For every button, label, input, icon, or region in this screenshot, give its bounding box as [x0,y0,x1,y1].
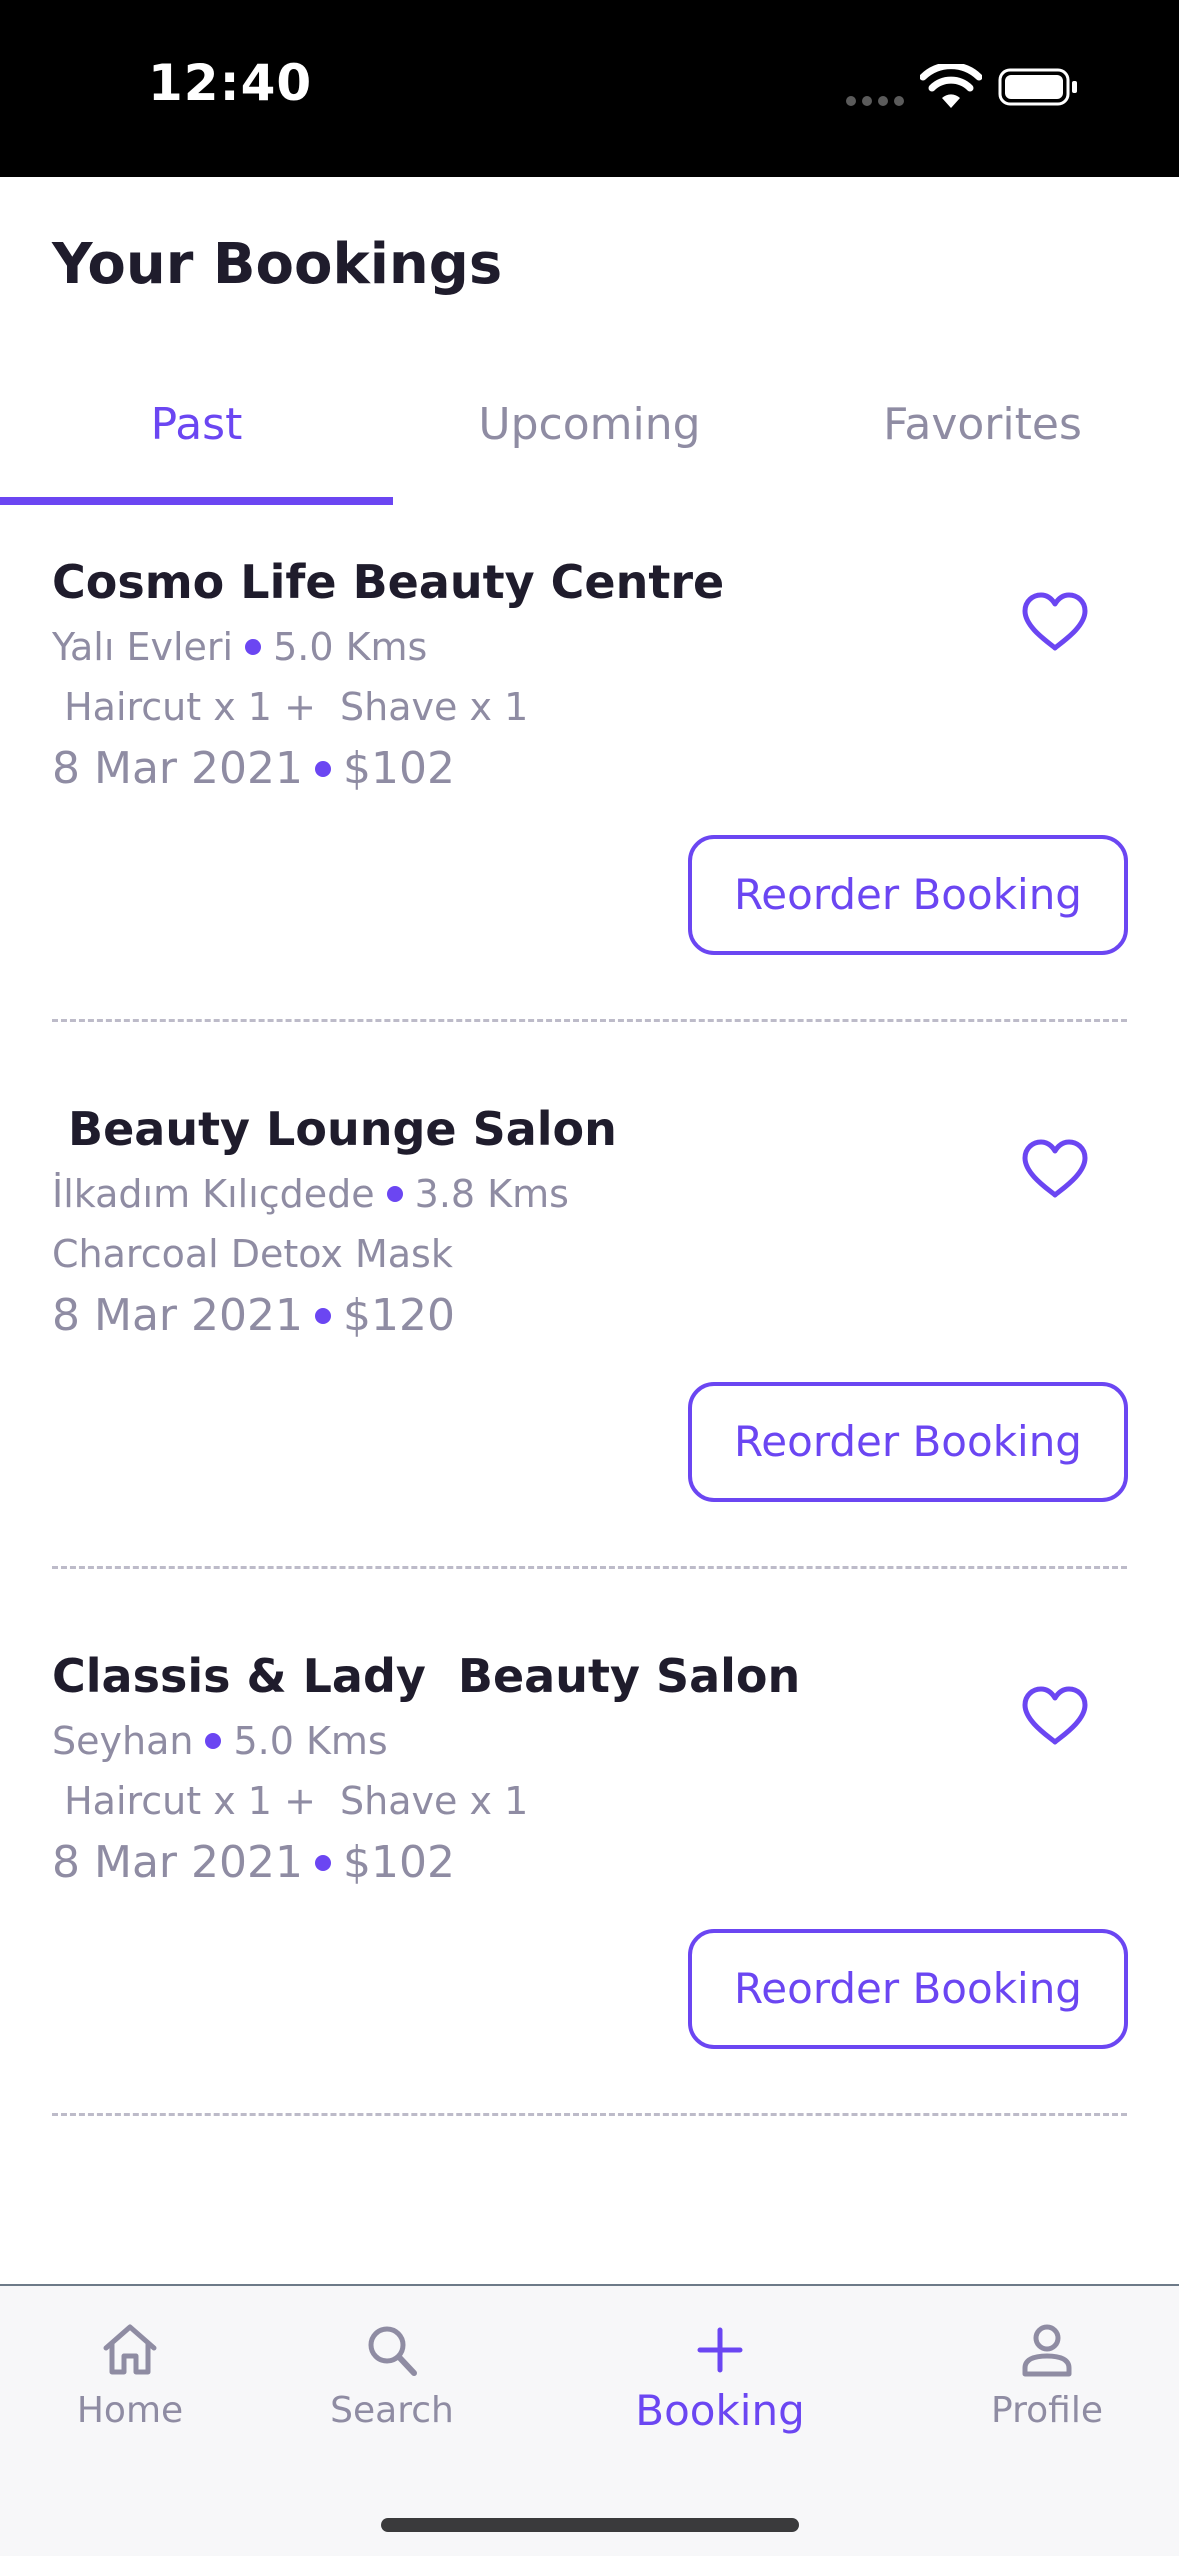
booking-date: 8 Mar 2021 [52,743,303,794]
tab-label: Upcoming [478,399,701,450]
nav-home[interactable]: Home [0,2322,260,2431]
location-text: Seyhan [52,1719,194,1763]
booking-tabs: Past Upcoming Favorites [0,385,1179,505]
booking-date-price: 8 Mar 2021 $120 [52,1290,455,1341]
active-tab-indicator [0,497,393,505]
separator-dot [314,1307,331,1324]
distance-text: 5.0 Kms [233,1719,388,1763]
booking-date-price: 8 Mar 2021 $102 [52,743,455,794]
reorder-booking-button[interactable]: Reorder Booking [688,835,1128,955]
tab-label: Past [150,399,243,450]
reorder-booking-button[interactable]: Reorder Booking [688,1929,1128,2049]
separator-dot [386,1186,403,1202]
booking-price: $120 [342,1290,455,1341]
nav-label: Search [330,2390,454,2431]
booking-services: Haircut x 1 + Shave x 1 [52,1779,529,1823]
distance-text: 5.0 Kms [273,625,428,669]
heart-icon[interactable] [1020,591,1090,653]
status-bar: 12:40 [0,0,1179,177]
separator-dot [205,1733,222,1749]
distance-text: 3.8 Kms [414,1172,569,1216]
battery-icon [998,68,1077,106]
nav-booking[interactable]: Booking [590,2322,850,2435]
card-divider [52,2113,1127,2116]
tab-past[interactable]: Past [0,385,393,505]
location-text: Yalı Evleri [52,625,234,669]
salon-location: Yalı Evleri 5.0 Kms [52,625,427,669]
location-text: İlkadım Kılıçdede [52,1172,375,1216]
booking-date-price: 8 Mar 2021 $102 [52,1837,455,1888]
booking-card: Cosmo Life Beauty Centre Yalı Evleri 5.0 … [0,555,1179,1102]
booking-services: Haircut x 1 + Shave x 1 [52,685,529,729]
booking-date: 8 Mar 2021 [52,1290,303,1341]
nav-label: Booking [635,2386,805,2435]
person-icon [1022,2324,1072,2377]
heart-icon[interactable] [1020,1138,1090,1200]
wifi-icon [920,64,982,108]
booking-card: Classis & Lady Beauty Salon Seyhan 5.0 Km… [0,1649,1179,2196]
booking-price: $102 [342,1837,455,1888]
salon-name[interactable]: Classis & Lady Beauty Salon [52,1649,800,1703]
separator-dot [314,760,331,777]
nav-search[interactable]: Search [262,2322,522,2431]
status-time: 12:40 [148,54,313,112]
nav-profile[interactable]: Profile [917,2322,1177,2431]
salon-location: Seyhan 5.0 Kms [52,1719,388,1763]
search-icon [368,2326,417,2376]
page-title: Your Bookings [52,232,503,297]
salon-location: İlkadım Kılıçdede 3.8 Kms [52,1172,569,1216]
heart-icon[interactable] [1020,1685,1090,1747]
separator-dot [245,639,262,655]
card-divider [52,1566,1127,1569]
separator-dot [314,1854,331,1871]
booking-card: Beauty Lounge Salon İlkadım Kılıçdede 3.8… [0,1102,1179,1649]
home-indicator[interactable] [381,2518,799,2532]
reorder-booking-button[interactable]: Reorder Booking [688,1382,1128,1502]
booking-price: $102 [342,743,455,794]
nav-label: Home [76,2390,184,2431]
tab-label: Favorites [883,399,1082,450]
booking-services: Charcoal Detox Mask [52,1232,453,1276]
nav-label: Profile [991,2390,1103,2431]
tab-favorites[interactable]: Favorites [786,385,1179,505]
salon-name[interactable]: Cosmo Life Beauty Centre [52,555,724,609]
bottom-navigation: Home Search Booking Profile [0,2284,1179,2556]
home-icon [103,2324,157,2375]
card-divider [52,1019,1127,1022]
booking-date: 8 Mar 2021 [52,1837,303,1888]
salon-name[interactable]: Beauty Lounge Salon [52,1102,617,1156]
plus-icon [697,2327,743,2373]
cellular-signal-icon [846,96,906,106]
tab-upcoming[interactable]: Upcoming [393,385,786,505]
